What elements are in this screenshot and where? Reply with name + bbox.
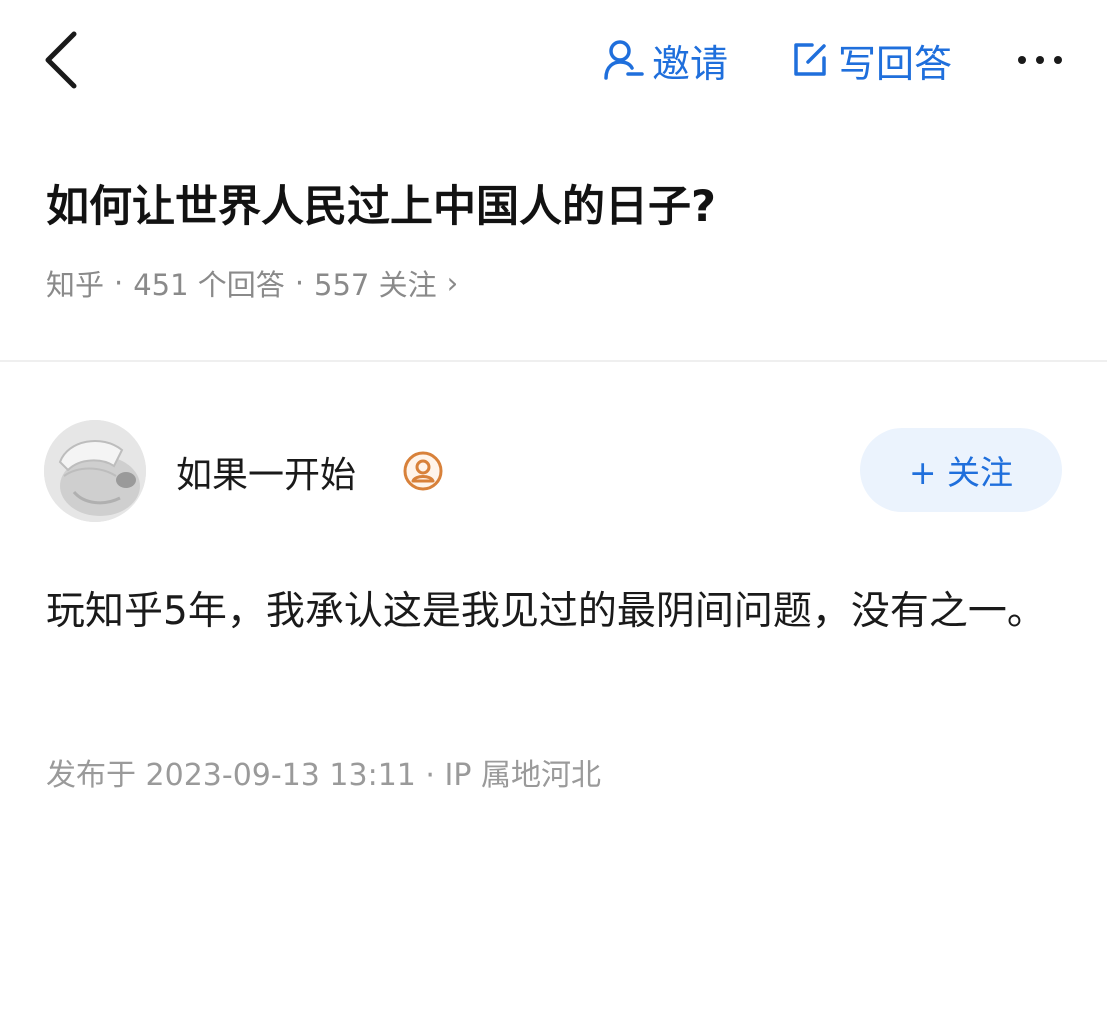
meta-separator: · [294,266,305,300]
user-badge-icon [403,451,443,491]
question-title[interactable]: 如何让世界人民过上中国人的日子? [46,172,716,234]
follow-count: 557 关注 [314,268,437,302]
person-add-icon [604,40,644,80]
write-answer-button[interactable]: 写回答 [790,30,952,90]
avatar-icon [44,420,146,522]
answer-content[interactable]: 玩知乎5年，我承认这是我见过的最阴间问题，没有之一。 [46,574,1056,649]
question-source: 知乎 [46,268,105,302]
more-button[interactable] [1012,40,1072,80]
author-avatar[interactable] [44,420,146,522]
more-horizontal-icon [1018,56,1062,64]
back-button[interactable] [36,24,92,96]
edit-icon [794,43,826,76]
chevron-right-icon: › [446,266,459,300]
invite-label: 邀请 [652,41,729,86]
write-answer-label: 写回答 [838,41,953,86]
meta-separator: · [114,266,124,300]
follow-button[interactable]: + 关注 [860,428,1062,512]
answer-count: 451 个回答 [133,268,285,302]
invite-button[interactable]: 邀请 [602,30,728,90]
top-bar: 邀请 写回答 [0,0,1107,120]
answer-meta: 发布于 2023-09-13 13:11 · IP 属地河北 [46,758,601,793]
chevron-left-icon [45,31,77,89]
section-divider [0,360,1107,362]
author-name[interactable]: 如果一开始 [176,446,356,498]
question-meta[interactable]: 知乎 · 451 个回答 · 557 关注 › [46,262,458,304]
